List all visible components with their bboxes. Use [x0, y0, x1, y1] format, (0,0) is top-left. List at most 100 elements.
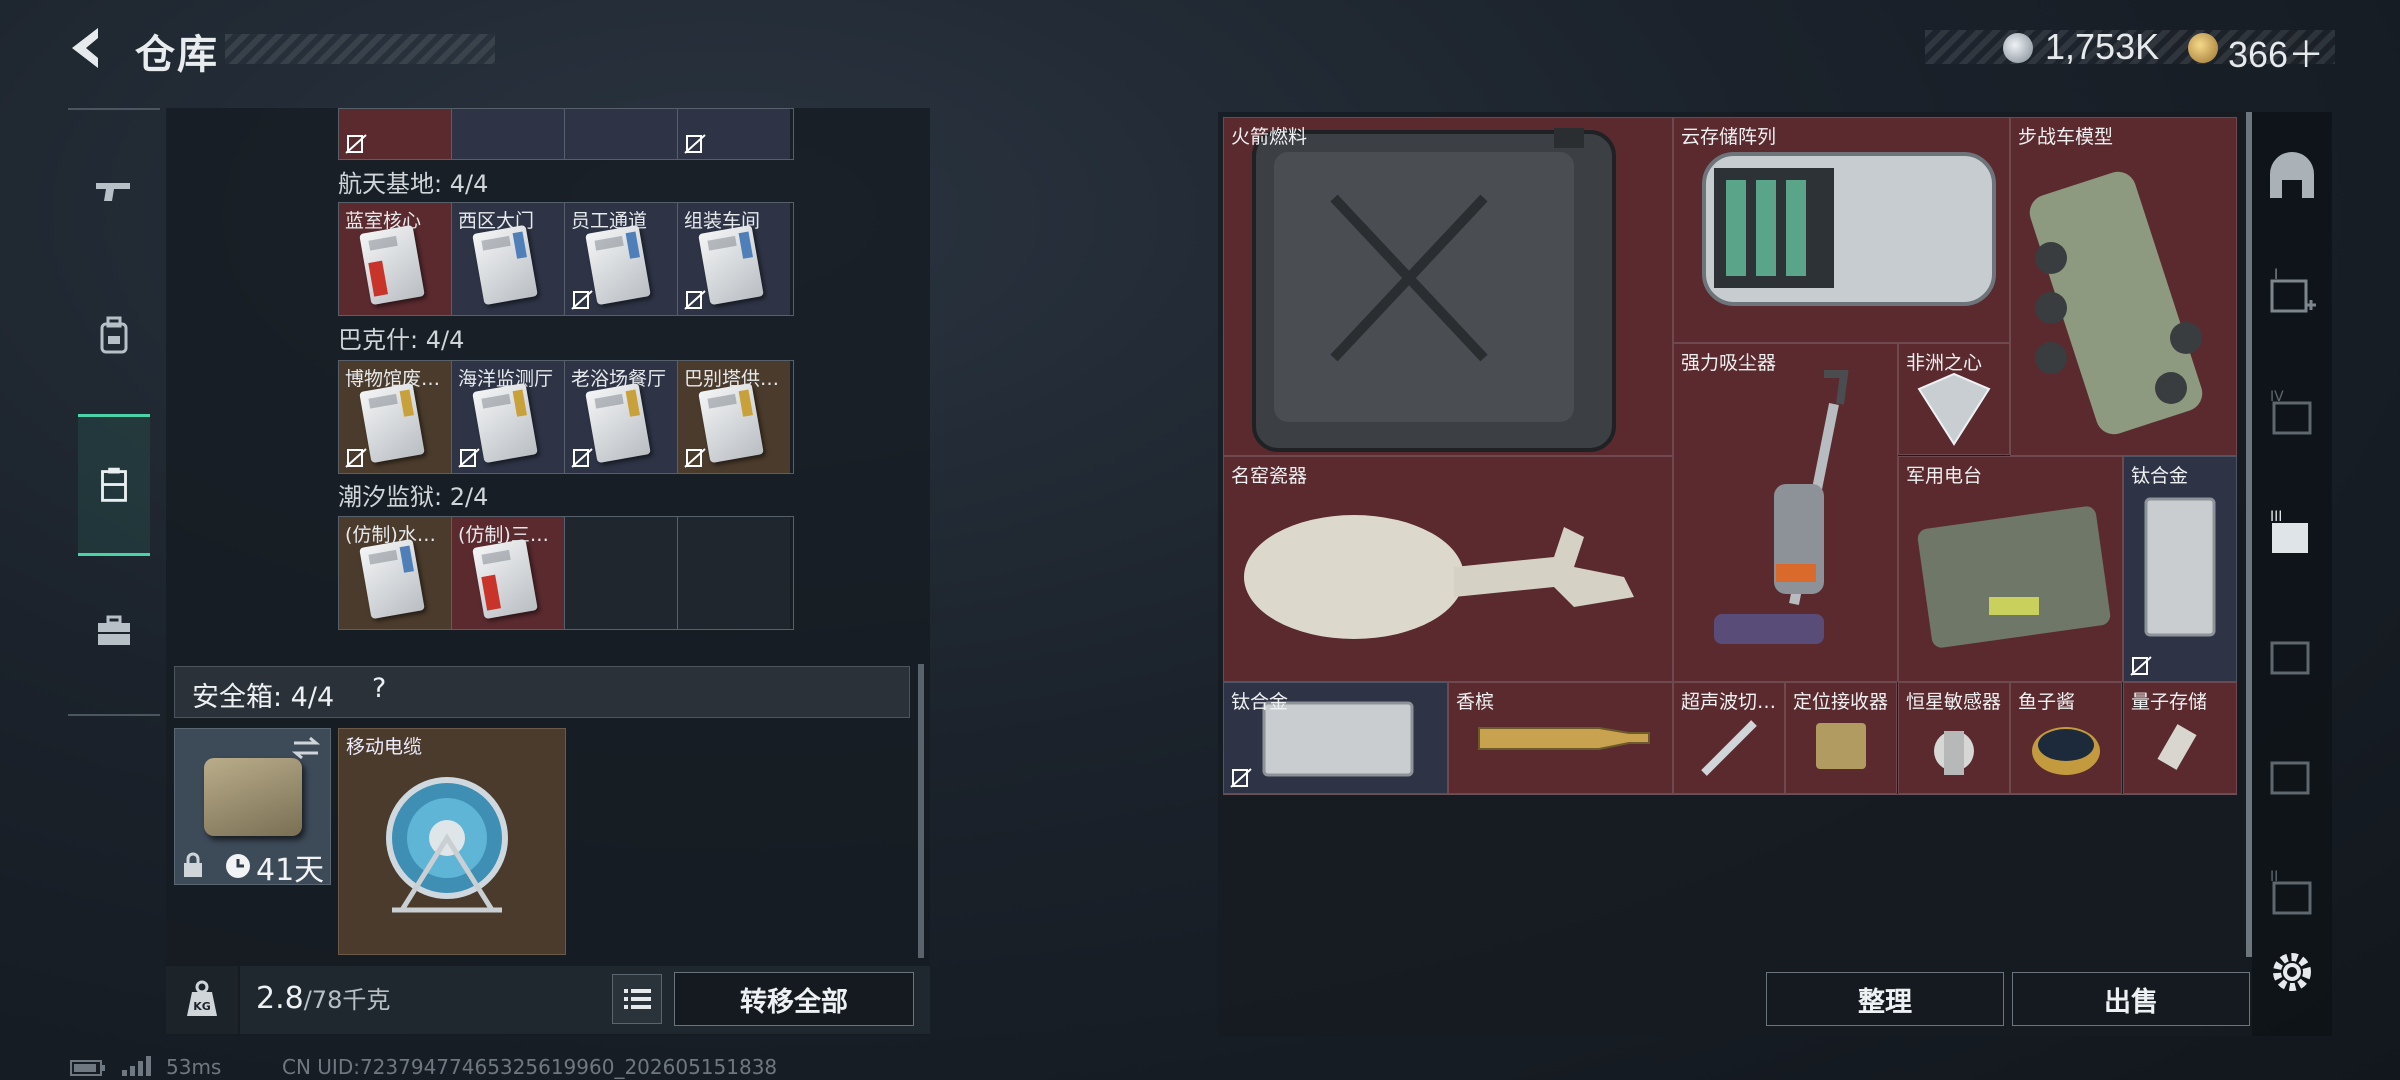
item-caviar[interactable]: 鱼子酱 [2010, 682, 2122, 794]
key-card[interactable] [452, 109, 565, 159]
category-3-active[interactable]: III [2262, 505, 2322, 565]
cable-reel-icon [372, 770, 522, 920]
key-card[interactable]: 员工通道 [565, 203, 678, 315]
settings-gear-icon[interactable] [2268, 948, 2316, 996]
safe-box-icon [204, 758, 302, 836]
svg-text:I: I [2274, 267, 2278, 283]
keycard-icon [359, 538, 425, 620]
category-2[interactable]: II [2262, 865, 2322, 925]
no-transfer-icon [1230, 767, 1252, 789]
back-button[interactable] [62, 22, 114, 74]
vacuum-icon [1714, 370, 1849, 644]
item-military-radio[interactable]: 军用电台 [1898, 456, 2123, 682]
key-card[interactable]: 巴别塔供… [678, 361, 790, 473]
category-6[interactable] [2262, 745, 2322, 805]
item-ultrasonic-cutter[interactable]: 超声波切… [1673, 682, 1785, 794]
keycard-icon [472, 382, 538, 464]
item-rocket-fuel[interactable]: 火箭燃料 [1223, 117, 1673, 456]
vehicle-icon [2029, 171, 2203, 435]
weight-max: /78千克 [303, 986, 391, 1014]
key-card[interactable]: 西区大门 [452, 203, 565, 315]
category-4[interactable]: IV [2262, 385, 2322, 445]
key-card[interactable]: 博物馆废… [339, 361, 452, 473]
item-label: 鱼子酱 [2018, 691, 2076, 713]
key-card[interactable]: 组装车间 [678, 203, 790, 315]
currency-silver: 1,753K [2045, 26, 2160, 67]
key-card[interactable]: 海洋监测厅 [452, 361, 565, 473]
item-label: 非洲之心 [1906, 352, 1983, 374]
keycard-icon [698, 382, 764, 464]
key-row: 蓝室核心 西区大门 员工通道 组装车间 [338, 202, 794, 316]
empty-slot[interactable] [565, 517, 678, 629]
safe-box-label: 安全箱: 4/4 [192, 682, 335, 713]
server-icon [1702, 152, 1996, 306]
item-vacuum[interactable]: 强力吸尘器 [1673, 343, 1898, 682]
item-quantum-storage[interactable]: 量子存储 [2123, 682, 2237, 794]
list-icon [624, 989, 651, 1009]
lock-icon [182, 852, 204, 878]
safe-box-days: 41天 [256, 853, 325, 888]
key-card[interactable]: 蓝室核心 [339, 203, 452, 315]
item-label: 移动电缆 [346, 736, 423, 758]
keycard-icon [359, 382, 425, 464]
sell-button[interactable]: 出售 [2012, 972, 2250, 1026]
no-transfer-icon [571, 289, 593, 311]
item-label: 恒星敏感器 [1906, 691, 2002, 713]
item-locator-receiver[interactable]: 定位接收器 [1785, 682, 1897, 794]
list-view-button[interactable] [612, 974, 662, 1024]
stash-4-icon: IV [2270, 389, 2312, 435]
key-card[interactable] [339, 109, 452, 159]
item-label: 钛合金 [1231, 691, 1289, 713]
item-titanium-alloy[interactable]: 钛合金 [1223, 682, 1448, 794]
item-heart-of-africa[interactable]: 非洲之心 [1898, 343, 2010, 455]
transfer-all-button[interactable]: 转移全部 [674, 972, 914, 1026]
item-porcelain[interactable]: 名窑瓷器 [1223, 456, 1673, 682]
key-card[interactable] [678, 109, 790, 159]
key-card[interactable] [565, 109, 678, 159]
pistol-icon [96, 183, 130, 201]
stash-3-icon: III [2270, 509, 2308, 553]
key-card[interactable]: 老浴场餐厅 [565, 361, 678, 473]
battery-icon [70, 1060, 106, 1076]
no-transfer-icon [571, 447, 593, 469]
key-card[interactable]: (仿制)水… [339, 517, 452, 629]
stash-6-icon [2270, 761, 2310, 795]
nav-storage[interactable] [78, 414, 150, 556]
partial-row [338, 108, 794, 160]
title-decoration [225, 34, 495, 64]
category-home[interactable] [2262, 150, 2322, 210]
no-transfer-icon [2130, 655, 2152, 677]
key-card[interactable]: (仿制)三… [452, 517, 565, 629]
item-star-sensor[interactable]: 恒星敏感器 [1898, 682, 2010, 794]
help-button[interactable]: ? [372, 673, 386, 704]
nav-case[interactable] [78, 595, 150, 667]
item-ifv-model[interactable]: 步战车模型 [2010, 117, 2237, 456]
item-titanium-alloy[interactable]: 钛合金 [2123, 456, 2237, 682]
no-transfer-icon [684, 447, 706, 469]
category-1[interactable]: I [2262, 265, 2322, 325]
no-transfer-icon [458, 447, 480, 469]
metal-bar-icon [2144, 497, 2216, 637]
keycard-icon [585, 382, 651, 464]
stash-1-icon: I [2270, 267, 2316, 313]
svg-text:II: II [2270, 869, 2278, 885]
item-champagne[interactable]: 香槟 [1448, 682, 1673, 794]
key-row: 博物馆废… 海洋监测厅 老浴场餐厅 巴别塔供… [338, 360, 794, 474]
empty-slot[interactable] [678, 517, 790, 629]
nav-weapons[interactable] [78, 155, 150, 227]
item-cloud-storage-array[interactable]: 云存储阵列 [1673, 117, 2010, 343]
sort-button[interactable]: 整理 [1766, 972, 2004, 1026]
nav-gear[interactable] [78, 300, 150, 372]
swap-icon[interactable] [290, 734, 322, 762]
scrollbar[interactable] [918, 664, 924, 958]
group-title: 航天基地: 4/4 [338, 170, 489, 198]
keycard-icon [585, 224, 651, 306]
stash-5-icon [2270, 641, 2310, 675]
gold-coin-icon[interactable] [2188, 33, 2218, 63]
currency-gold[interactable]: 366＋ [2228, 26, 2324, 78]
category-5[interactable] [2262, 625, 2322, 685]
no-transfer-icon [345, 133, 367, 155]
weight-icon-text: KG [193, 1000, 211, 1013]
briefcase-icon [98, 615, 130, 645]
group-title: 潮汐监狱: 2/4 [338, 483, 489, 511]
